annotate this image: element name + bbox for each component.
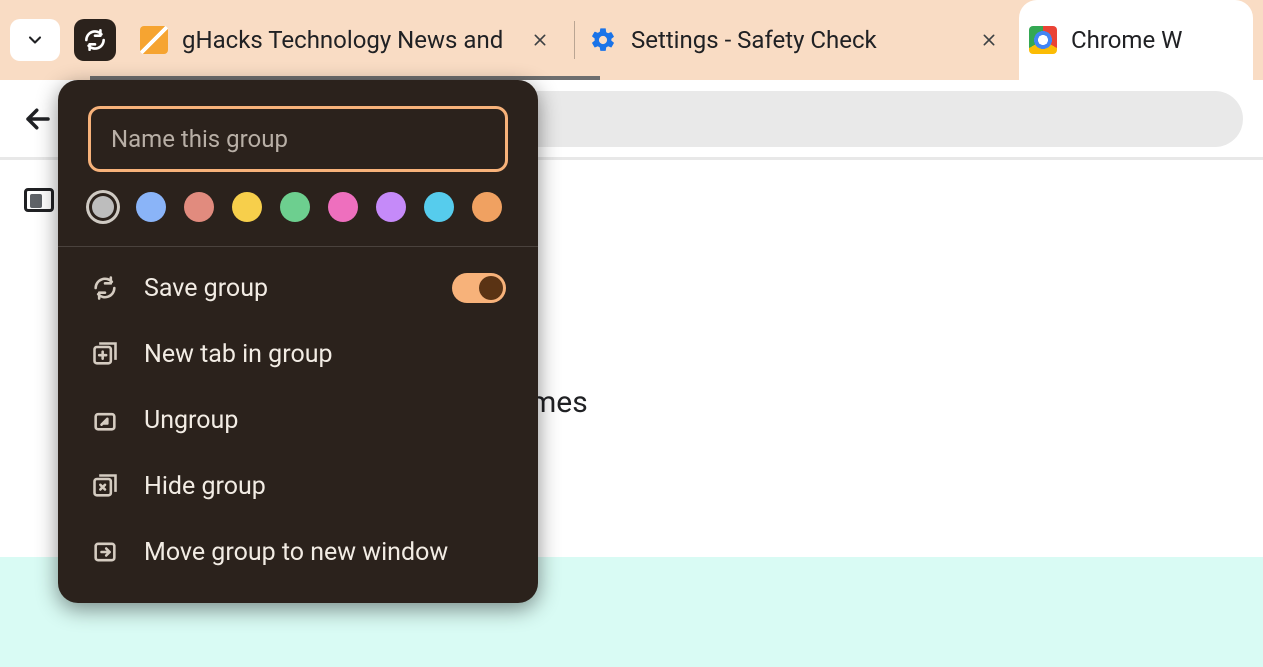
group-color-purple[interactable] <box>376 192 406 222</box>
menu-item-label: Hide group <box>144 472 506 501</box>
group-color-pink[interactable] <box>328 192 358 222</box>
arrow-left-icon <box>23 104 53 134</box>
sync-icon <box>90 273 120 303</box>
new-tab-icon <box>90 339 120 369</box>
tab-title: gHacks Technology News and <box>182 26 514 54</box>
tab-title: Settings - Safety Check <box>631 26 963 54</box>
group-color-cyan[interactable] <box>424 192 454 222</box>
tab-separator <box>574 21 575 59</box>
group-color-picker <box>58 192 538 246</box>
group-color-orange[interactable] <box>472 192 502 222</box>
menu-item-label: New tab in group <box>144 340 506 369</box>
favicon-settings-icon <box>589 26 617 54</box>
menu-item-label: Save group <box>144 274 428 303</box>
group-color-blue[interactable] <box>136 192 166 222</box>
ungroup-icon <box>90 405 120 435</box>
menu-divider <box>58 246 538 247</box>
group-color-grey[interactable] <box>92 196 114 218</box>
group-color-yellow[interactable] <box>232 192 262 222</box>
sync-icon <box>82 27 108 53</box>
nav-back-button[interactable] <box>20 101 56 137</box>
tab-strip: gHacks Technology News and Settings - Sa… <box>0 0 1263 80</box>
tab-ghacks[interactable]: gHacks Technology News and <box>130 0 570 80</box>
favicon-ghacks-icon <box>140 26 168 54</box>
tab-settings[interactable]: Settings - Safety Check <box>579 0 1019 80</box>
page-partial-text: mes <box>530 385 588 420</box>
group-name-input[interactable] <box>88 106 508 172</box>
chevron-down-icon <box>25 30 45 50</box>
group-color-green[interactable] <box>280 192 310 222</box>
favicon-chrome-icon <box>1029 26 1057 54</box>
menu-item-hide-group[interactable]: Hide group <box>58 453 538 519</box>
move-window-icon <box>90 537 120 567</box>
menu-item-label: Move group to new window <box>144 538 506 567</box>
close-icon <box>981 32 997 48</box>
menu-item-save-group[interactable]: Save group <box>58 255 538 321</box>
menu-item-ungroup[interactable]: Ungroup <box>58 387 538 453</box>
tab-title: Chrome W <box>1071 26 1235 54</box>
tab-search-button[interactable] <box>10 19 60 61</box>
group-color-red[interactable] <box>184 192 214 222</box>
tab-group-menu: Save group New tab in group Ungroup Hide… <box>58 80 538 603</box>
tab-chrome-webstore[interactable]: Chrome W <box>1019 0 1253 80</box>
menu-item-label: Ungroup <box>144 406 506 435</box>
menu-item-move-to-new-window[interactable]: Move group to new window <box>58 519 538 585</box>
save-group-toggle[interactable] <box>452 273 506 303</box>
hide-icon <box>90 471 120 501</box>
sidepanel-icon[interactable] <box>24 188 54 212</box>
menu-item-new-tab-in-group[interactable]: New tab in group <box>58 321 538 387</box>
tab-group-chip[interactable] <box>74 19 116 61</box>
close-icon <box>532 32 548 48</box>
tab-close-button[interactable] <box>528 28 552 52</box>
tab-close-button[interactable] <box>977 28 1001 52</box>
